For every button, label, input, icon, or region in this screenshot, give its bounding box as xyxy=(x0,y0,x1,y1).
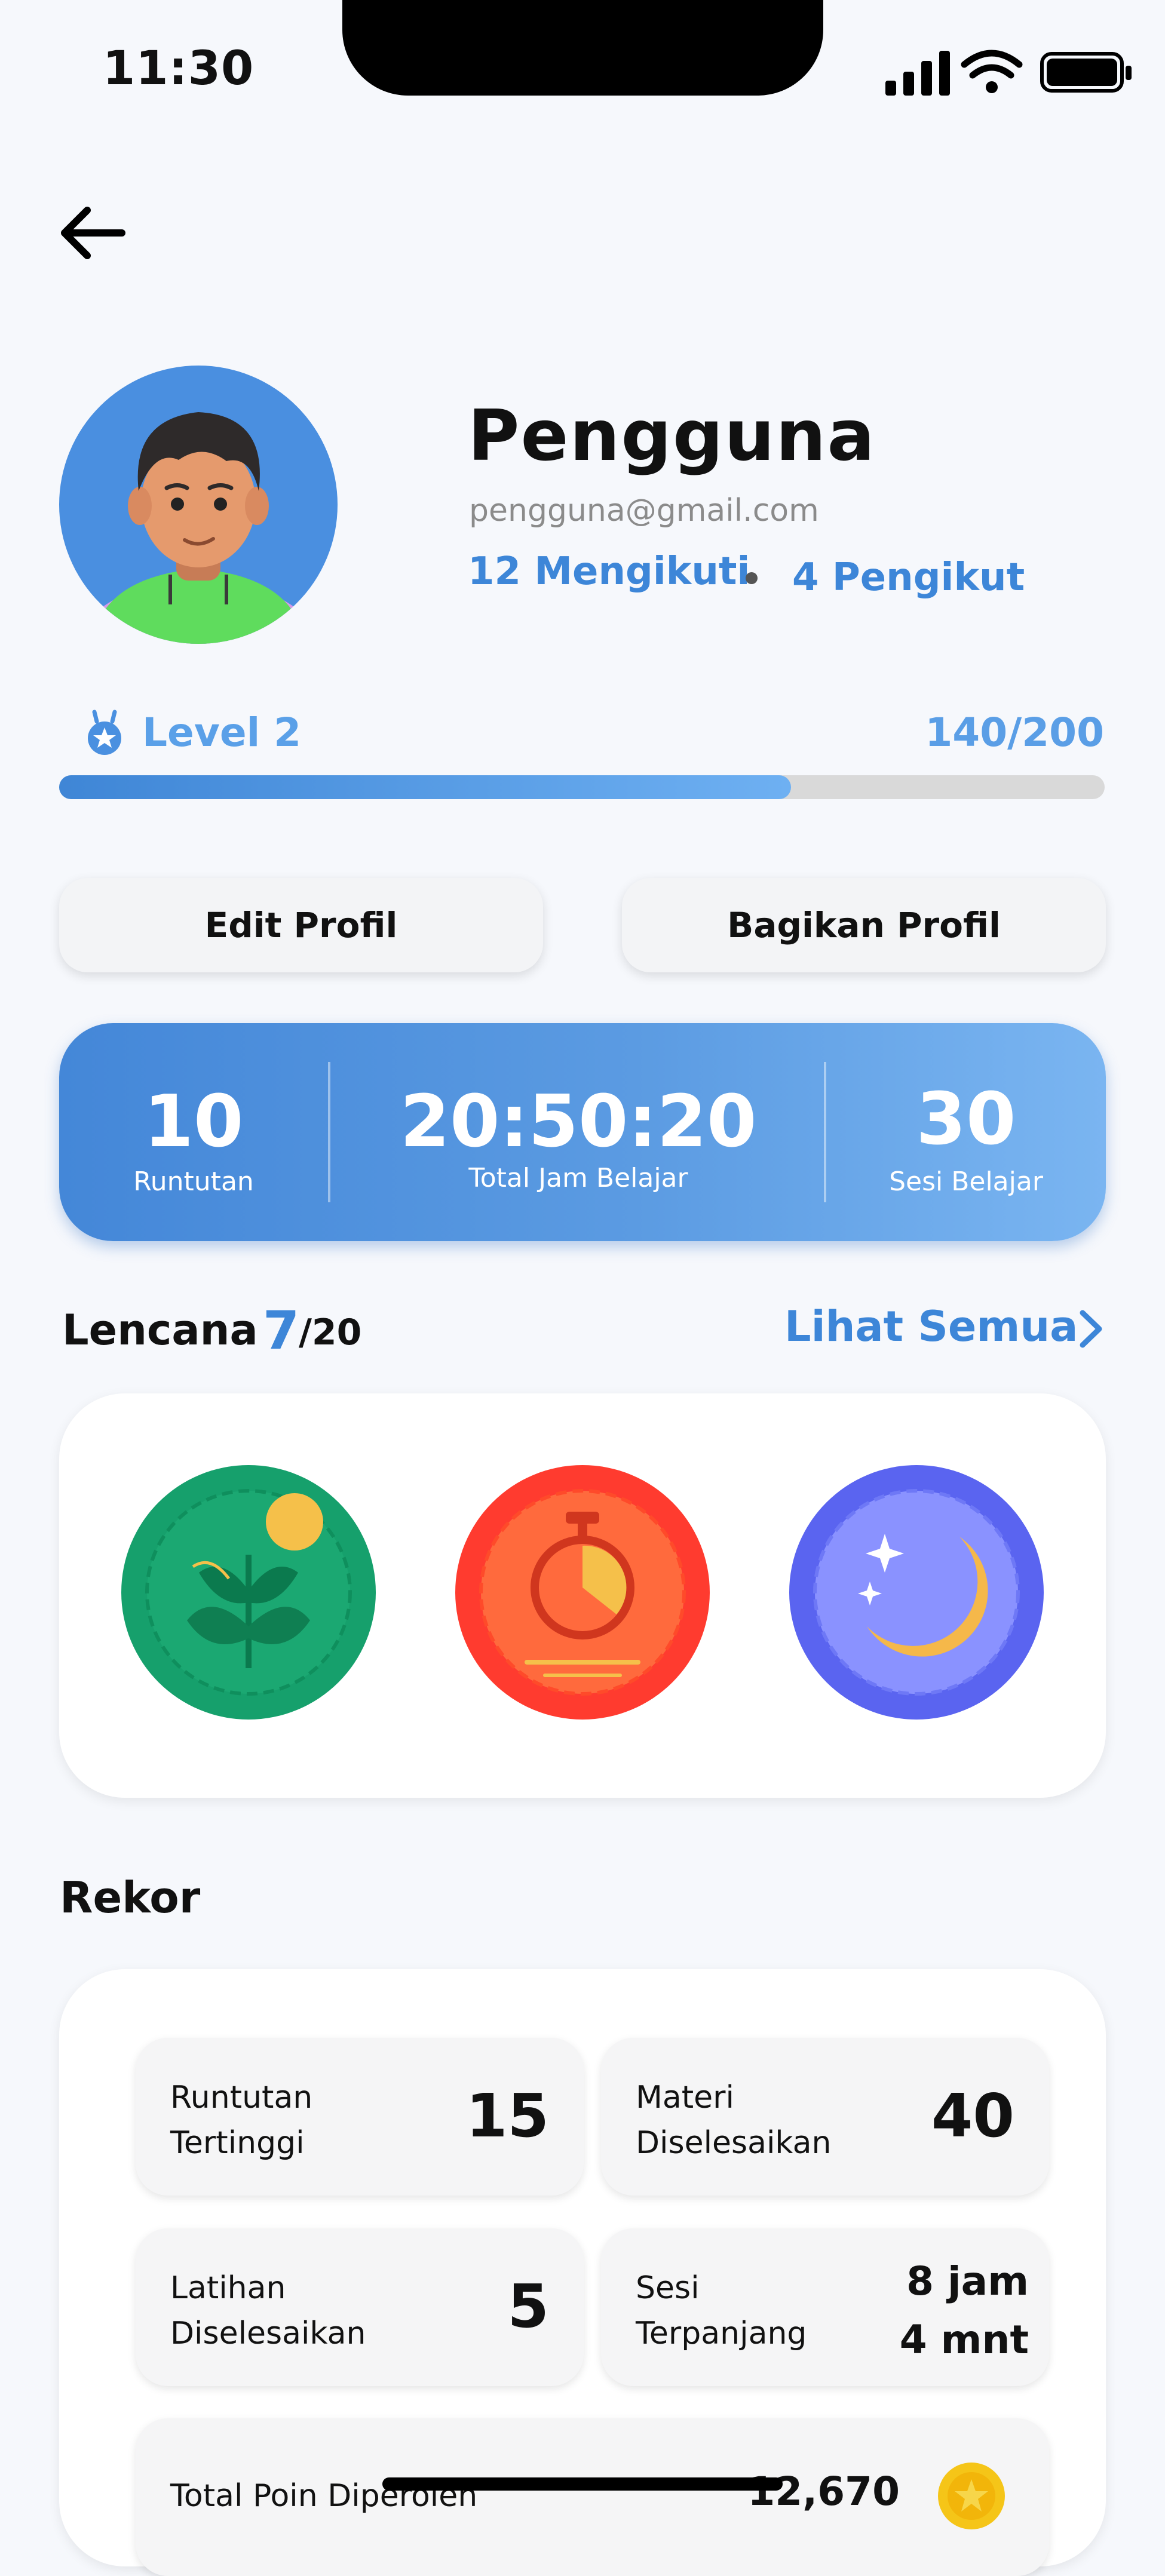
chevron-right-icon[interactable] xyxy=(1075,1308,1105,1350)
badges-card xyxy=(59,1393,1106,1798)
record-longest-session: Sesi Terpanjang 8 jam 4 mnt xyxy=(601,2228,1049,2386)
avatar-illustration xyxy=(79,412,318,644)
sessions-value: 30 xyxy=(916,1078,1016,1161)
badges-title: Lencana xyxy=(62,1306,258,1355)
level-progress-fill xyxy=(59,775,791,799)
record-value: 5 xyxy=(507,2271,549,2341)
study-hours-value: 20:50:20 xyxy=(400,1080,757,1163)
record-value: 40 xyxy=(931,2081,1014,2151)
edit-profile-button[interactable]: Edit Profil xyxy=(59,878,543,972)
followers-link[interactable]: 4 Pengikut xyxy=(792,555,1025,600)
profile-name: Pengguna xyxy=(468,394,876,477)
see-all-link[interactable]: Lihat Semua xyxy=(784,1302,1078,1351)
record-total-points: Total Poin Diperoleh 12,670 xyxy=(136,2418,1049,2576)
record-label: Sesi Terpanjang xyxy=(636,2270,807,2351)
record-value: 8 jam 4 mnt xyxy=(900,2252,1029,2369)
study-hours-label: Total Jam Belajar xyxy=(468,1163,688,1193)
record-value: 12,670 xyxy=(747,2468,900,2514)
record-label: Latihan Diselesaikan xyxy=(170,2270,366,2351)
battery-icon xyxy=(1040,52,1132,93)
medal-icon xyxy=(88,710,121,755)
level-progress-bar xyxy=(59,775,1105,799)
wifi-icon xyxy=(961,50,1023,79)
record-value-hours: 8 jam xyxy=(906,2258,1029,2304)
avatar xyxy=(59,366,338,644)
signal-icon xyxy=(885,51,950,96)
badges-total: /20 xyxy=(299,1312,362,1353)
records-card: Runtutan Tertinggi 15 Materi Diselesaika… xyxy=(59,1969,1106,2576)
home-indicator xyxy=(382,2477,783,2491)
separator-dot xyxy=(746,572,758,584)
record-label: Runtutan Tertinggi xyxy=(170,2080,313,2161)
plant-badge-icon[interactable] xyxy=(121,1465,376,1720)
level-points: 140/200 xyxy=(925,710,1104,756)
badges-count: 7 xyxy=(263,1300,300,1361)
record-value: 15 xyxy=(465,2081,549,2151)
profile-email: pengguna@gmail.com xyxy=(469,493,819,529)
stats-card: 10 Runtutan 20:50:20 Total Jam Belajar 3… xyxy=(59,1023,1106,1241)
record-value-minutes: 4 mnt xyxy=(899,2317,1029,2363)
record-exercises-completed: Latihan Diselesaikan 5 xyxy=(136,2228,584,2386)
status-time: 11:30 xyxy=(103,42,255,96)
coin-icon xyxy=(938,2463,1005,2529)
share-profile-button[interactable]: Bagikan Profil xyxy=(622,878,1106,972)
sessions-label: Sesi Belajar xyxy=(889,1166,1043,1197)
notch xyxy=(342,0,823,96)
records-title: Rekor xyxy=(60,1872,201,1923)
streak-label: Runtutan xyxy=(133,1166,254,1197)
stopwatch-badge-icon[interactable] xyxy=(455,1465,710,1720)
record-materials-completed: Materi Diselesaikan 40 xyxy=(601,2038,1049,2196)
status-icons xyxy=(885,50,1132,96)
record-highest-streak: Runtutan Tertinggi 15 xyxy=(136,2038,584,2196)
following-link[interactable]: 12 Mengikuti xyxy=(468,549,750,594)
level-label: Level 2 xyxy=(142,710,302,756)
streak-value: 10 xyxy=(143,1080,244,1163)
record-label: Materi Diselesaikan xyxy=(636,2080,832,2161)
wifi-dot xyxy=(986,81,998,93)
moon-badge-icon[interactable] xyxy=(789,1465,1044,1720)
back-arrow-icon[interactable] xyxy=(57,197,129,269)
